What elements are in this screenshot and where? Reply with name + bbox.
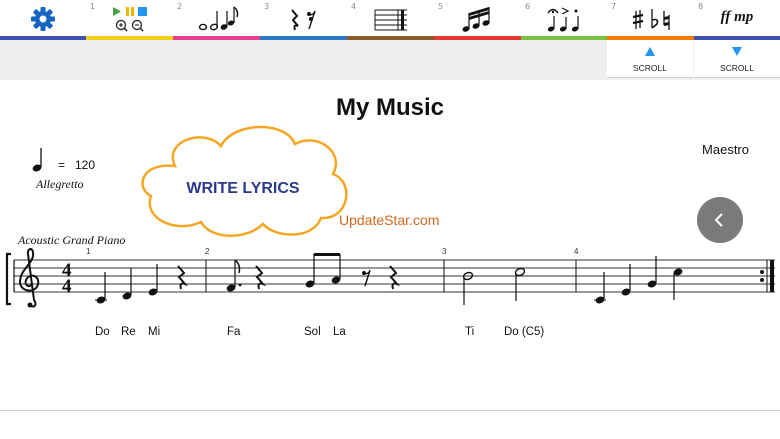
final-barline xyxy=(770,260,774,292)
repeat-dot xyxy=(760,278,764,282)
tempo-marking[interactable]: Allegretto xyxy=(36,177,84,192)
bottom-divider xyxy=(0,410,780,411)
gear-icon xyxy=(0,5,86,35)
playback-zoom-tool[interactable]: 1 xyxy=(86,0,173,40)
top-toolbar: 1 2 3 4 5 6 7 8 ff mp xyxy=(0,0,780,40)
lyric[interactable]: Fa xyxy=(227,326,240,338)
triangle-down-icon xyxy=(732,47,742,56)
back-button[interactable] xyxy=(697,197,743,243)
beamed-notes-tool[interactable]: 5 xyxy=(434,0,521,40)
barlines-icon xyxy=(347,5,434,35)
composer-label[interactable]: Maestro xyxy=(702,142,749,157)
rests-icon xyxy=(260,5,347,35)
notes-tool[interactable]: 2 xyxy=(173,0,260,40)
lyric[interactable]: Sol xyxy=(304,326,321,338)
triangle-up-icon xyxy=(645,47,655,56)
notes-icon xyxy=(173,5,260,35)
barlines-tool[interactable]: 4 xyxy=(347,0,434,40)
lyric[interactable]: Do xyxy=(95,326,110,338)
accidentals-icon xyxy=(607,5,694,35)
write-lyrics-button[interactable]: WRITE LYRICS xyxy=(143,180,343,198)
lyric[interactable]: Do (C5) xyxy=(504,326,544,338)
music-staff[interactable]: 4 4 xyxy=(0,248,780,318)
treble-clef-icon xyxy=(18,248,40,308)
dynamics-label: ff mp xyxy=(720,9,754,25)
measure-4 xyxy=(594,256,683,304)
instrument-label[interactable]: Acoustic Grand Piano xyxy=(18,233,125,248)
lyric[interactable]: Mi xyxy=(148,326,160,338)
rests-tool[interactable]: 3 xyxy=(260,0,347,40)
articulations-icon xyxy=(521,5,607,35)
quarter-note-tempo-icon xyxy=(32,148,42,172)
articulations-tool[interactable]: 6 xyxy=(521,0,607,40)
lyric[interactable]: Re xyxy=(121,326,136,338)
dynamics-icon: ff mp xyxy=(694,5,780,35)
tempo-equals: = xyxy=(58,158,66,172)
score-title[interactable]: My Music xyxy=(0,94,780,122)
watermark-text: UpdateStar.com xyxy=(339,212,440,228)
measure-2 xyxy=(226,253,401,292)
lyric[interactable]: Ti xyxy=(465,326,474,338)
scroll-up-button[interactable]: SCROLL xyxy=(607,40,693,78)
staff-bracket xyxy=(5,252,11,306)
beamed-notes-icon xyxy=(434,5,521,35)
accidentals-tool[interactable]: 7 xyxy=(607,0,694,40)
measure-3 xyxy=(462,267,526,305)
playback-zoom-icon xyxy=(86,5,173,35)
tempo-value[interactable]: 120 xyxy=(75,158,95,172)
lyric[interactable]: La xyxy=(333,326,346,338)
staff-lines xyxy=(14,259,775,293)
dynamics-tool[interactable]: 8 ff mp xyxy=(694,0,780,40)
chevron-left-icon xyxy=(714,213,723,227)
scroll-down-button[interactable]: SCROLL xyxy=(694,40,780,78)
repeat-dot xyxy=(760,270,764,274)
time-sig-bottom: 4 xyxy=(62,276,72,297)
settings-tool[interactable] xyxy=(0,0,86,40)
